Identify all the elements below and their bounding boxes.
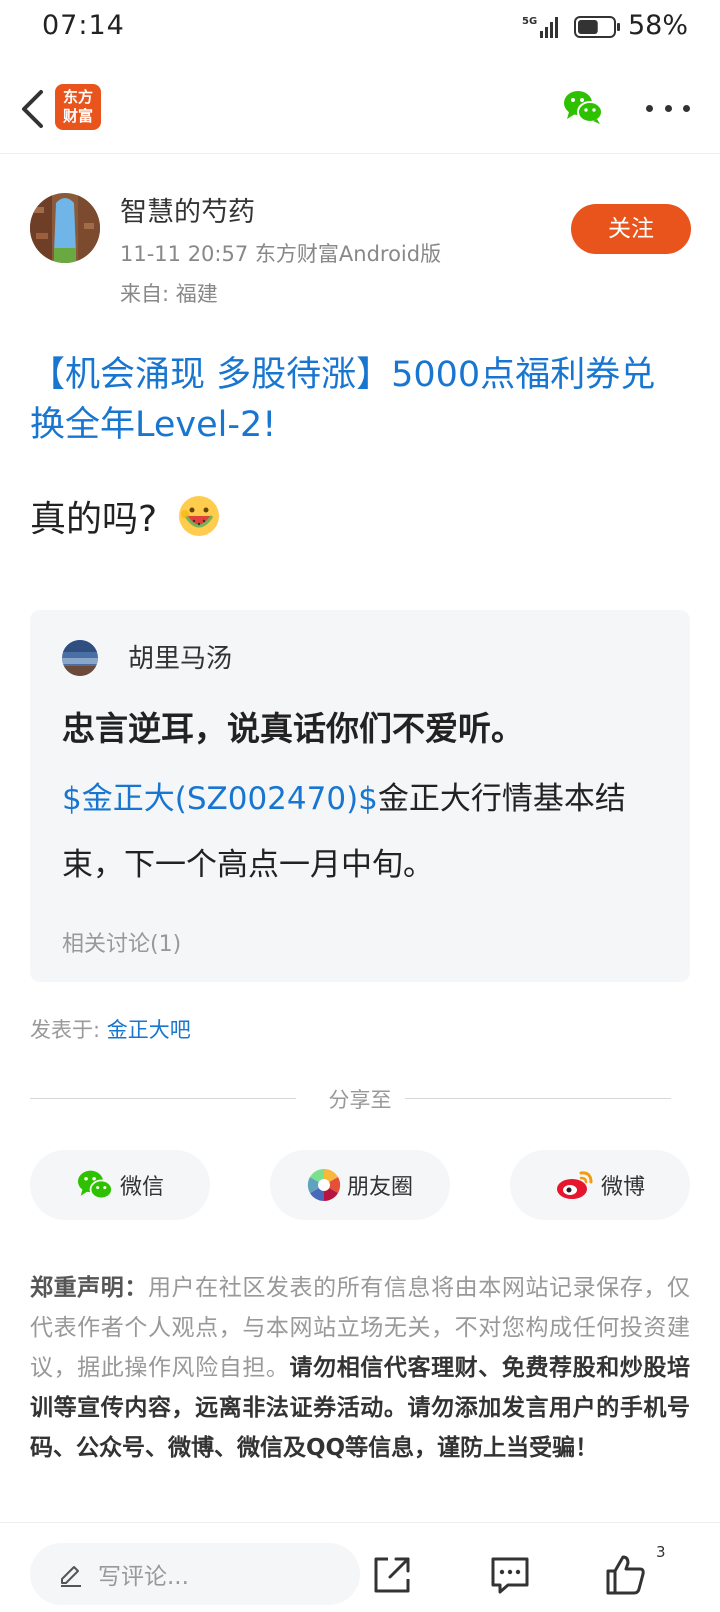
wechat-icon: [77, 1170, 113, 1200]
dot-icon: [683, 104, 690, 112]
status-bar: 07:14 5G 58%: [0, 0, 720, 56]
posted-in-label: 发表于:: [30, 1018, 107, 1042]
wechat-share-icon[interactable]: [562, 88, 604, 126]
comment-input[interactable]: 写评论...: [30, 1543, 360, 1605]
logo-text-line2: 财富: [62, 107, 93, 125]
quoted-text: $金正大(SZ002470)$金正大行情基本结束，下一个高点一月中旬。: [62, 766, 662, 898]
author-avatar[interactable]: [30, 193, 100, 263]
comment-placeholder: 写评论...: [98, 1564, 189, 1590]
weibo-icon: [556, 1171, 593, 1199]
share-wechat-button[interactable]: 微信: [30, 1150, 210, 1220]
disclaimer: 郑重声明：用户在社区发表的所有信息将由本网站记录保存，仅代表作者个人观点，与本网…: [30, 1268, 690, 1468]
share-weibo-button[interactable]: 微博: [510, 1150, 690, 1220]
quoted-user-name[interactable]: 胡里马汤: [128, 638, 232, 675]
eastmoney-logo[interactable]: 东方 财富: [55, 84, 101, 130]
status-time: 07:14: [42, 10, 125, 41]
share-moments-button[interactable]: 朋友圈: [270, 1150, 450, 1220]
dot-icon: [664, 104, 672, 112]
moments-icon: [307, 1168, 341, 1202]
avatar-image: [62, 640, 98, 676]
chevron-left-icon: [22, 90, 43, 128]
logo-text-line1: 东方: [62, 88, 93, 106]
share-icon[interactable]: [370, 1553, 414, 1597]
stock-tag-link[interactable]: $金正大(SZ002470)$: [62, 781, 378, 817]
share-wechat-label: 微信: [119, 1175, 164, 1200]
thumbs-up-icon[interactable]: [604, 1553, 648, 1597]
battery-percent: 58%: [628, 10, 689, 41]
watermelon-face-emoji-icon: [179, 496, 220, 536]
author-name[interactable]: 智慧的芍药: [120, 190, 255, 229]
post-body-text: 真的吗?: [30, 499, 158, 540]
follow-button[interactable]: 关注: [571, 204, 691, 254]
post-title[interactable]: 【机会涌现 多股待涨】5000点福利券兑换全年Level-2!: [30, 350, 670, 450]
battery-icon: [574, 16, 620, 38]
quoted-post-card[interactable]: 胡里马汤 忠言逆耳，说真话你们不爱听。 $金正大(SZ002470)$金正大行情…: [30, 610, 690, 982]
dot-icon: [646, 104, 653, 112]
quoted-user-avatar[interactable]: [62, 640, 98, 676]
pencil-icon: [61, 1566, 81, 1587]
share-label: 分享至: [328, 1088, 392, 1112]
bottom-action-bar: 写评论... 3: [0, 1522, 720, 1612]
avatar-image: [30, 193, 100, 263]
post-body: 真的吗?: [30, 490, 221, 542]
posted-in: 发表于: 金正大吧: [30, 1014, 191, 1044]
quoted-headline: 忠言逆耳，说真话你们不爱听。: [62, 709, 524, 748]
author-header: 智慧的芍药 11-11 20:57 东方财富Android版 来自: 福建 关注: [30, 190, 691, 310]
share-divider-left: [30, 1098, 296, 1099]
share-divider-right: [405, 1098, 671, 1099]
svg-text:5G: 5G: [522, 16, 537, 27]
signal-5g-icon: 5G: [522, 16, 558, 38]
related-discussions-link[interactable]: 相关讨论(1): [62, 926, 181, 958]
post-meta: 11-11 20:57 东方财富Android版: [120, 242, 442, 266]
back-button[interactable]: [12, 84, 52, 134]
more-options-button[interactable]: [646, 96, 690, 120]
like-count: 3: [656, 1543, 666, 1561]
share-moments-label: 朋友圈: [346, 1175, 413, 1200]
share-weibo-label: 微博: [600, 1175, 645, 1200]
comment-icon[interactable]: [488, 1553, 532, 1597]
bar-link[interactable]: 金正大吧: [107, 1018, 191, 1042]
author-location: 来自: 福建: [120, 282, 218, 306]
top-nav-bar: 东方 财富: [0, 66, 720, 154]
disclaimer-heading: 郑重声明：: [30, 1275, 148, 1301]
